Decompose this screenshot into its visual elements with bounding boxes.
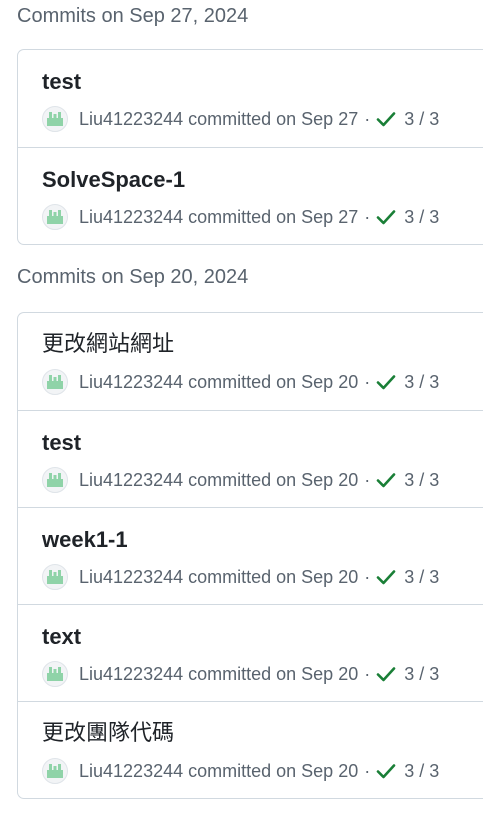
checks-count[interactable]: 3 / 3 [404,372,439,393]
commit-row[interactable]: SolveSpace-1 Liu41223244 committed on Se… [18,147,483,244]
commit-date: committed on Sep 27 [188,206,359,227]
avatar[interactable] [42,204,68,230]
commit-date: committed on Sep 20 [188,469,359,490]
commit-meta: Liu41223244 committed on Sep 20 · 3 / 3 [42,563,439,591]
commit-meta: Liu41223244 committed on Sep 27 · 3 / 3 [42,203,439,231]
check-icon[interactable] [376,763,396,779]
author-link[interactable]: Liu41223244 [79,567,183,588]
check-icon[interactable] [376,666,396,682]
separator: · [364,108,371,129]
commit-meta: Liu41223244 committed on Sep 20 · 3 / 3 [42,660,439,688]
separator: · [364,663,371,684]
check-icon[interactable] [376,472,396,488]
commit-row[interactable]: week1-1 Liu41223244 committed on Sep 20 … [18,507,483,604]
commit-meta: Liu41223244 committed on Sep 20 · 3 / 3 [42,368,439,396]
author-link[interactable]: Liu41223244 [79,109,183,130]
commit-title-link[interactable]: text [42,622,81,652]
separator: · [364,371,371,392]
commit-date: committed on Sep 20 [188,760,359,781]
commit-date: committed on Sep 20 [188,371,359,392]
separator: · [364,760,371,781]
separator: · [364,566,371,587]
author-link[interactable]: Liu41223244 [79,207,183,228]
commit-date: committed on Sep 20 [188,663,359,684]
author-link[interactable]: Liu41223244 [79,470,183,491]
commit-title-link[interactable]: 更改網站網址 [42,330,174,360]
checks-count[interactable]: 3 / 3 [404,207,439,228]
author-link[interactable]: Liu41223244 [79,664,183,685]
commit-row[interactable]: 更改網站網址 Liu41223244 committed on Sep 20 ·… [18,313,483,410]
checks-count[interactable]: 3 / 3 [404,470,439,491]
commit-title-link[interactable]: week1-1 [42,525,128,555]
checks-count[interactable]: 3 / 3 [404,664,439,685]
avatar[interactable] [42,467,68,493]
avatar[interactable] [42,758,68,784]
checks-count[interactable]: 3 / 3 [404,567,439,588]
group-heading: Commits on Sep 27, 2024 [17,5,249,27]
commit-history: Commits on Sep 27, 2024 test Liu41223244… [0,0,483,815]
check-icon[interactable] [376,374,396,390]
commit-title-link[interactable]: 更改團隊代碼 [42,719,174,749]
commit-row[interactable]: test Liu41223244 committed on Sep 20 · 3… [18,410,483,507]
commit-row[interactable]: test Liu41223244 committed on Sep 27 · 3… [18,50,483,147]
check-icon[interactable] [376,209,396,225]
avatar[interactable] [42,369,68,395]
checks-count[interactable]: 3 / 3 [404,109,439,130]
commit-title-link[interactable]: test [42,67,81,97]
author-link[interactable]: Liu41223244 [79,372,183,393]
commit-meta: Liu41223244 committed on Sep 20 · 3 / 3 [42,757,439,785]
avatar[interactable] [42,564,68,590]
commit-date: committed on Sep 20 [188,566,359,587]
commit-group-card: test Liu41223244 committed on Sep 27 · 3… [17,49,483,245]
commit-row[interactable]: text Liu41223244 committed on Sep 20 · 3… [18,604,483,701]
check-icon[interactable] [376,111,396,127]
commit-row[interactable]: 更改團隊代碼 Liu41223244 committed on Sep 20 ·… [18,701,483,798]
author-link[interactable]: Liu41223244 [79,761,183,782]
separator: · [364,469,371,490]
avatar[interactable] [42,106,68,132]
commit-group-card: 更改網站網址 Liu41223244 committed on Sep 20 ·… [17,312,483,799]
commit-date: committed on Sep 27 [188,108,359,129]
checks-count[interactable]: 3 / 3 [404,761,439,782]
commit-meta: Liu41223244 committed on Sep 27 · 3 / 3 [42,105,439,133]
group-heading: Commits on Sep 20, 2024 [17,266,249,288]
avatar[interactable] [42,661,68,687]
commit-meta: Liu41223244 committed on Sep 20 · 3 / 3 [42,466,439,494]
separator: · [364,206,371,227]
check-icon[interactable] [376,569,396,585]
commit-title-link[interactable]: SolveSpace-1 [42,165,185,195]
commit-title-link[interactable]: test [42,428,81,458]
